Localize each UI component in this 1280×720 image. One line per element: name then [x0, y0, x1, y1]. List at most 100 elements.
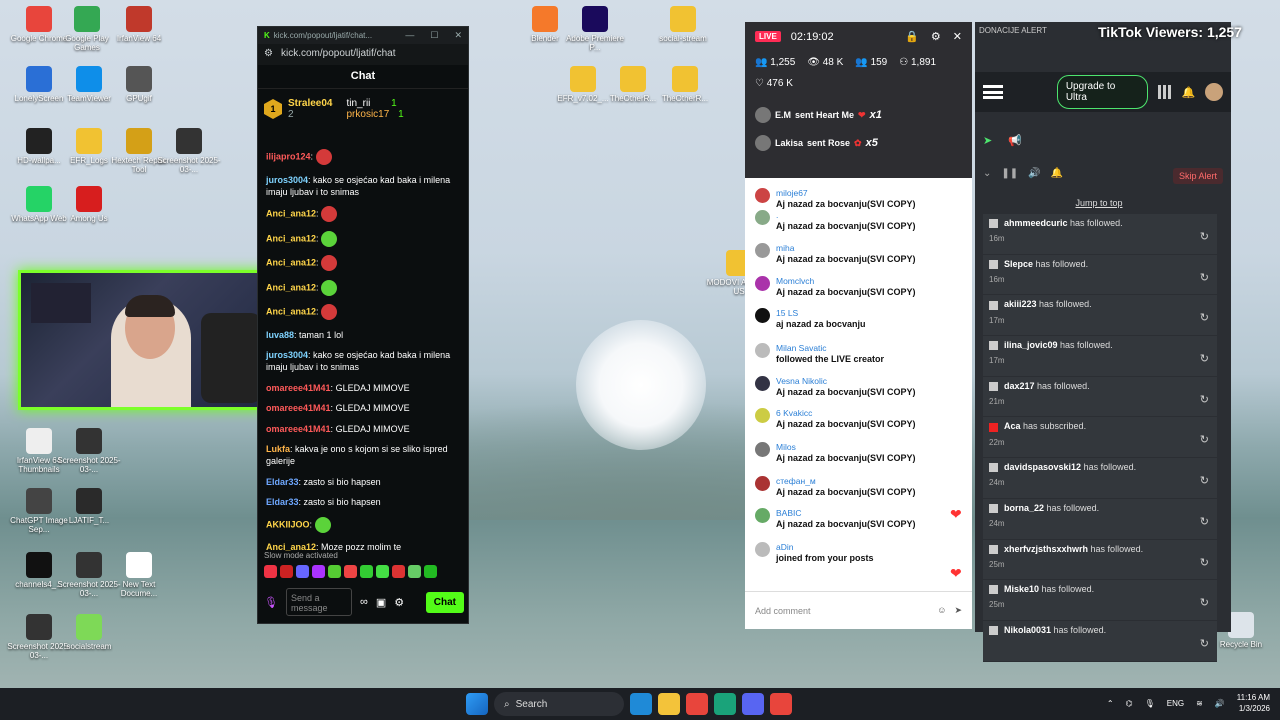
donation-tabs[interactable]: ➤ 📢 [983, 134, 1022, 147]
file-explorer-icon[interactable] [658, 693, 680, 715]
kick-urlbar[interactable]: ⚙ kick.com/popout/ljatif/chat [258, 44, 468, 65]
emote-icon[interactable] [344, 565, 357, 578]
megaphone-icon[interactable]: 📢 [1008, 134, 1022, 147]
desktop-icon[interactable]: Screenshot 2025-03-... [54, 428, 124, 474]
pause-icon[interactable]: ❚❚ [1001, 168, 1018, 184]
emote-bar[interactable] [264, 565, 437, 578]
comment-username[interactable]: 15 LS [776, 308, 866, 319]
avatar[interactable] [755, 476, 770, 491]
edge-icon[interactable] [630, 693, 652, 715]
comment-row[interactable]: BABIC Aj nazad za bocvanju(SVI COPY) [755, 508, 955, 530]
microphone-icon[interactable]: 🎙 [264, 596, 278, 609]
chat-username[interactable]: Anci_ana12 [266, 306, 316, 316]
desktop-icon[interactable]: socialstream [54, 614, 124, 651]
kick-titlebar[interactable]: K kick.com/popout/ljatif/chat... — ☐ ✕ [258, 27, 468, 44]
desktop-icon[interactable]: GPUgif [104, 66, 174, 103]
desktop-icon[interactable]: New Text Docume... [104, 552, 174, 598]
desktop-icon[interactable]: Screenshot 2025-03-... [154, 128, 224, 174]
desktop-icon[interactable]: social-stream [648, 6, 718, 43]
comment-username[interactable]: miha [776, 243, 916, 254]
chat-username[interactable]: Anci_ana12 [266, 233, 316, 243]
add-comment-input[interactable]: Add comment [755, 606, 811, 616]
comment-row[interactable]: Milan Savatic followed the LIVE creator [755, 343, 955, 365]
desktop-icon[interactable]: IrfanView 64 [104, 6, 174, 43]
maximize-icon[interactable]: ☐ [430, 30, 438, 41]
emote-icon[interactable] [376, 565, 389, 578]
avatar[interactable] [755, 542, 770, 557]
chrome-icon[interactable] [770, 693, 792, 715]
emoji-icon[interactable]: ☺ [937, 605, 946, 616]
emote-icon[interactable] [264, 565, 277, 578]
avatar[interactable] [755, 210, 770, 225]
app-icon[interactable] [714, 693, 736, 715]
chat-username[interactable]: ilijapro124 [266, 151, 311, 161]
add-comment-bar[interactable]: Add comment ☺ ➤ [745, 591, 972, 629]
replay-icon[interactable]: ↻ [1200, 474, 1209, 487]
avatar[interactable] [755, 408, 770, 423]
apps-grid-icon[interactable] [1157, 85, 1172, 99]
avatar[interactable] [755, 343, 770, 358]
emote-icon[interactable] [424, 565, 437, 578]
comment-username[interactable]: Milos [776, 442, 916, 453]
emote-icon[interactable] [280, 565, 293, 578]
desktop-icon[interactable]: Adobe Premiere P... [560, 6, 630, 52]
chat-username[interactable]: juros3004 [266, 350, 308, 360]
upgrade-button[interactable]: Upgrade to Ultra [1056, 75, 1148, 109]
desktop-icon[interactable]: Among Us [54, 186, 124, 223]
emote-icon[interactable] [312, 565, 325, 578]
bell-icon[interactable]: 🔔 [1181, 86, 1195, 99]
avatar[interactable] [755, 276, 770, 291]
replay-icon[interactable]: ↻ [1200, 556, 1209, 569]
comment-username[interactable]: 6 Kvakicc [776, 408, 916, 419]
comment-username[interactable]: miloje67 [776, 188, 916, 199]
replay-icon[interactable]: ↻ [1200, 311, 1209, 324]
avatar[interactable] [755, 243, 770, 258]
desktop-icon[interactable]: LJATIF_T... [54, 488, 124, 525]
avatar[interactable] [755, 308, 770, 323]
chat-username[interactable]: Anci_ana12 [266, 282, 316, 292]
clock[interactable]: 11:16 AM 1/3/2026 [1237, 692, 1270, 714]
taskbar-search[interactable]: ⌕ Search [494, 692, 624, 716]
store-icon[interactable]: ▣ [376, 596, 386, 609]
replay-icon[interactable]: ↻ [1200, 515, 1209, 528]
replay-icon[interactable]: ↻ [1200, 271, 1209, 284]
network-icon[interactable]: ⌬ [1126, 699, 1133, 708]
comment-row[interactable]: 15 LS aj nazad za bocvanju [755, 308, 955, 330]
emote-icon[interactable] [328, 565, 341, 578]
language-indicator[interactable]: ENG [1167, 699, 1184, 708]
comment-row[interactable]: Milos Aj nazad za bocvanju(SVI COPY) [755, 442, 955, 464]
send-icon[interactable]: ➤ [983, 134, 992, 147]
skip-alert-button[interactable]: Skip Alert [1172, 168, 1223, 184]
emote-icon[interactable] [360, 565, 373, 578]
volume-icon[interactable]: 🔊 [1215, 699, 1225, 708]
chat-username[interactable]: omareee41M41 [266, 424, 331, 434]
chat-username[interactable]: Eldar33 [266, 477, 299, 487]
kick-chat-window[interactable]: K kick.com/popout/ljatif/chat... — ☐ ✕ ⚙ k… [257, 26, 469, 624]
donation-alerts-panel[interactable]: DONACIJE ALERT Upgrade to Ultra 🔔 ➤ 📢 ⌄ … [975, 22, 1231, 662]
avatar[interactable] [755, 442, 770, 457]
chat-username[interactable]: Anci_ana12 [266, 208, 316, 218]
replay-icon[interactable]: ↻ [1200, 433, 1209, 446]
comment-row[interactable]: miha Aj nazad za bocvanju(SVI COPY) [755, 243, 955, 265]
comment-username[interactable]: Vesna Nikolic [776, 376, 916, 387]
gear-icon[interactable]: ⚙ [931, 30, 941, 43]
windows-start-icon[interactable] [466, 693, 488, 715]
send-icon[interactable]: ➤ [954, 605, 962, 616]
chat-username[interactable]: omareee41M41 [266, 403, 331, 413]
avatar[interactable] [755, 376, 770, 391]
emote-icon[interactable] [296, 565, 309, 578]
volume-icon[interactable]: 🔊 [1028, 168, 1040, 184]
comment-username[interactable]: aDin [776, 542, 874, 553]
comment-username[interactable]: Momclvch [776, 276, 916, 287]
comment-username[interactable]: BABIC [776, 508, 916, 519]
gear-icon[interactable]: ⚙ [394, 596, 404, 609]
close-icon[interactable]: ✕ [953, 30, 962, 43]
close-icon[interactable]: ✕ [454, 30, 462, 41]
comment-row[interactable]: стефан_м Aj nazad za bocvanju(SVI COPY) [755, 476, 955, 498]
chevron-down-icon[interactable]: ⌄ [983, 168, 991, 184]
chat-username[interactable]: Eldar33 [266, 497, 299, 507]
chat-username[interactable]: luva88 [266, 330, 294, 340]
avatar[interactable] [755, 188, 770, 203]
menu-icon[interactable] [983, 85, 1003, 99]
comment-row[interactable]: miloje67 Aj nazad za bocvanju(SVI COPY) [755, 188, 955, 210]
